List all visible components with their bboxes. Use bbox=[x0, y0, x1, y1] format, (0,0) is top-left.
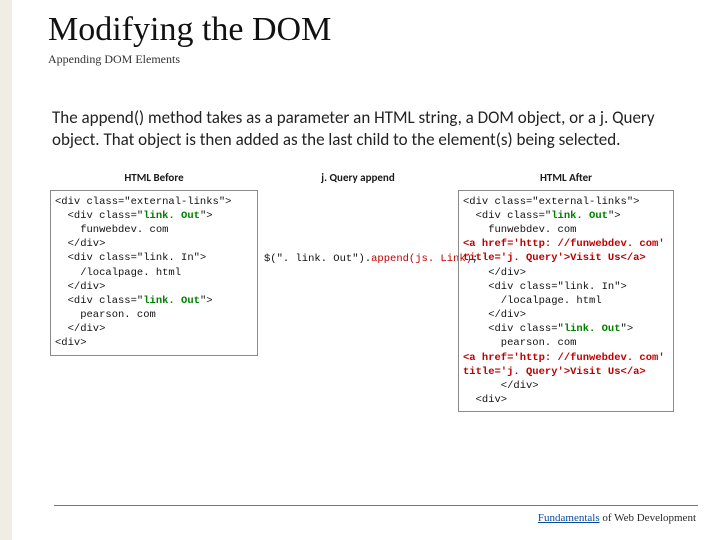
slide-content: Modifying the DOM Appending DOM Elements… bbox=[12, 0, 720, 412]
slide: Modifying the DOM Appending DOM Elements… bbox=[12, 0, 720, 540]
slide-subtitle: Appending DOM Elements bbox=[48, 52, 684, 67]
column-after-header: HTML After bbox=[458, 171, 674, 186]
before-code: <div class="external-links"> <div class=… bbox=[55, 195, 253, 351]
column-mid: j. Query append $(". link. Out").append(… bbox=[264, 171, 452, 412]
slide-title: Modifying the DOM bbox=[48, 12, 684, 48]
column-after: HTML After <div class="external-links"> … bbox=[458, 171, 674, 412]
mid-code-emph: append(js. Link) bbox=[371, 253, 472, 265]
before-code-box: <div class="external-links"> <div class=… bbox=[50, 190, 258, 356]
body-paragraph: The append() method takes as a parameter… bbox=[48, 107, 684, 151]
mid-code-prefix: $(". link. Out"). bbox=[264, 253, 371, 265]
footer-rule bbox=[54, 505, 698, 506]
footer-rest: of Web Development bbox=[600, 512, 696, 524]
after-code: <div class="external-links"> <div class=… bbox=[463, 195, 669, 408]
footer-text: Fundamentals of Web Development bbox=[538, 512, 696, 524]
after-code-box: <div class="external-links"> <div class=… bbox=[458, 190, 674, 413]
column-mid-header: j. Query append bbox=[264, 171, 452, 186]
three-column-example: HTML Before <div class="external-links">… bbox=[48, 171, 684, 412]
column-before: HTML Before <div class="external-links">… bbox=[50, 171, 258, 412]
footer-brand: Fundamentals bbox=[538, 512, 600, 524]
column-before-header: HTML Before bbox=[50, 171, 258, 186]
mid-code: $(". link. Out").append(js. Link); bbox=[264, 252, 452, 266]
